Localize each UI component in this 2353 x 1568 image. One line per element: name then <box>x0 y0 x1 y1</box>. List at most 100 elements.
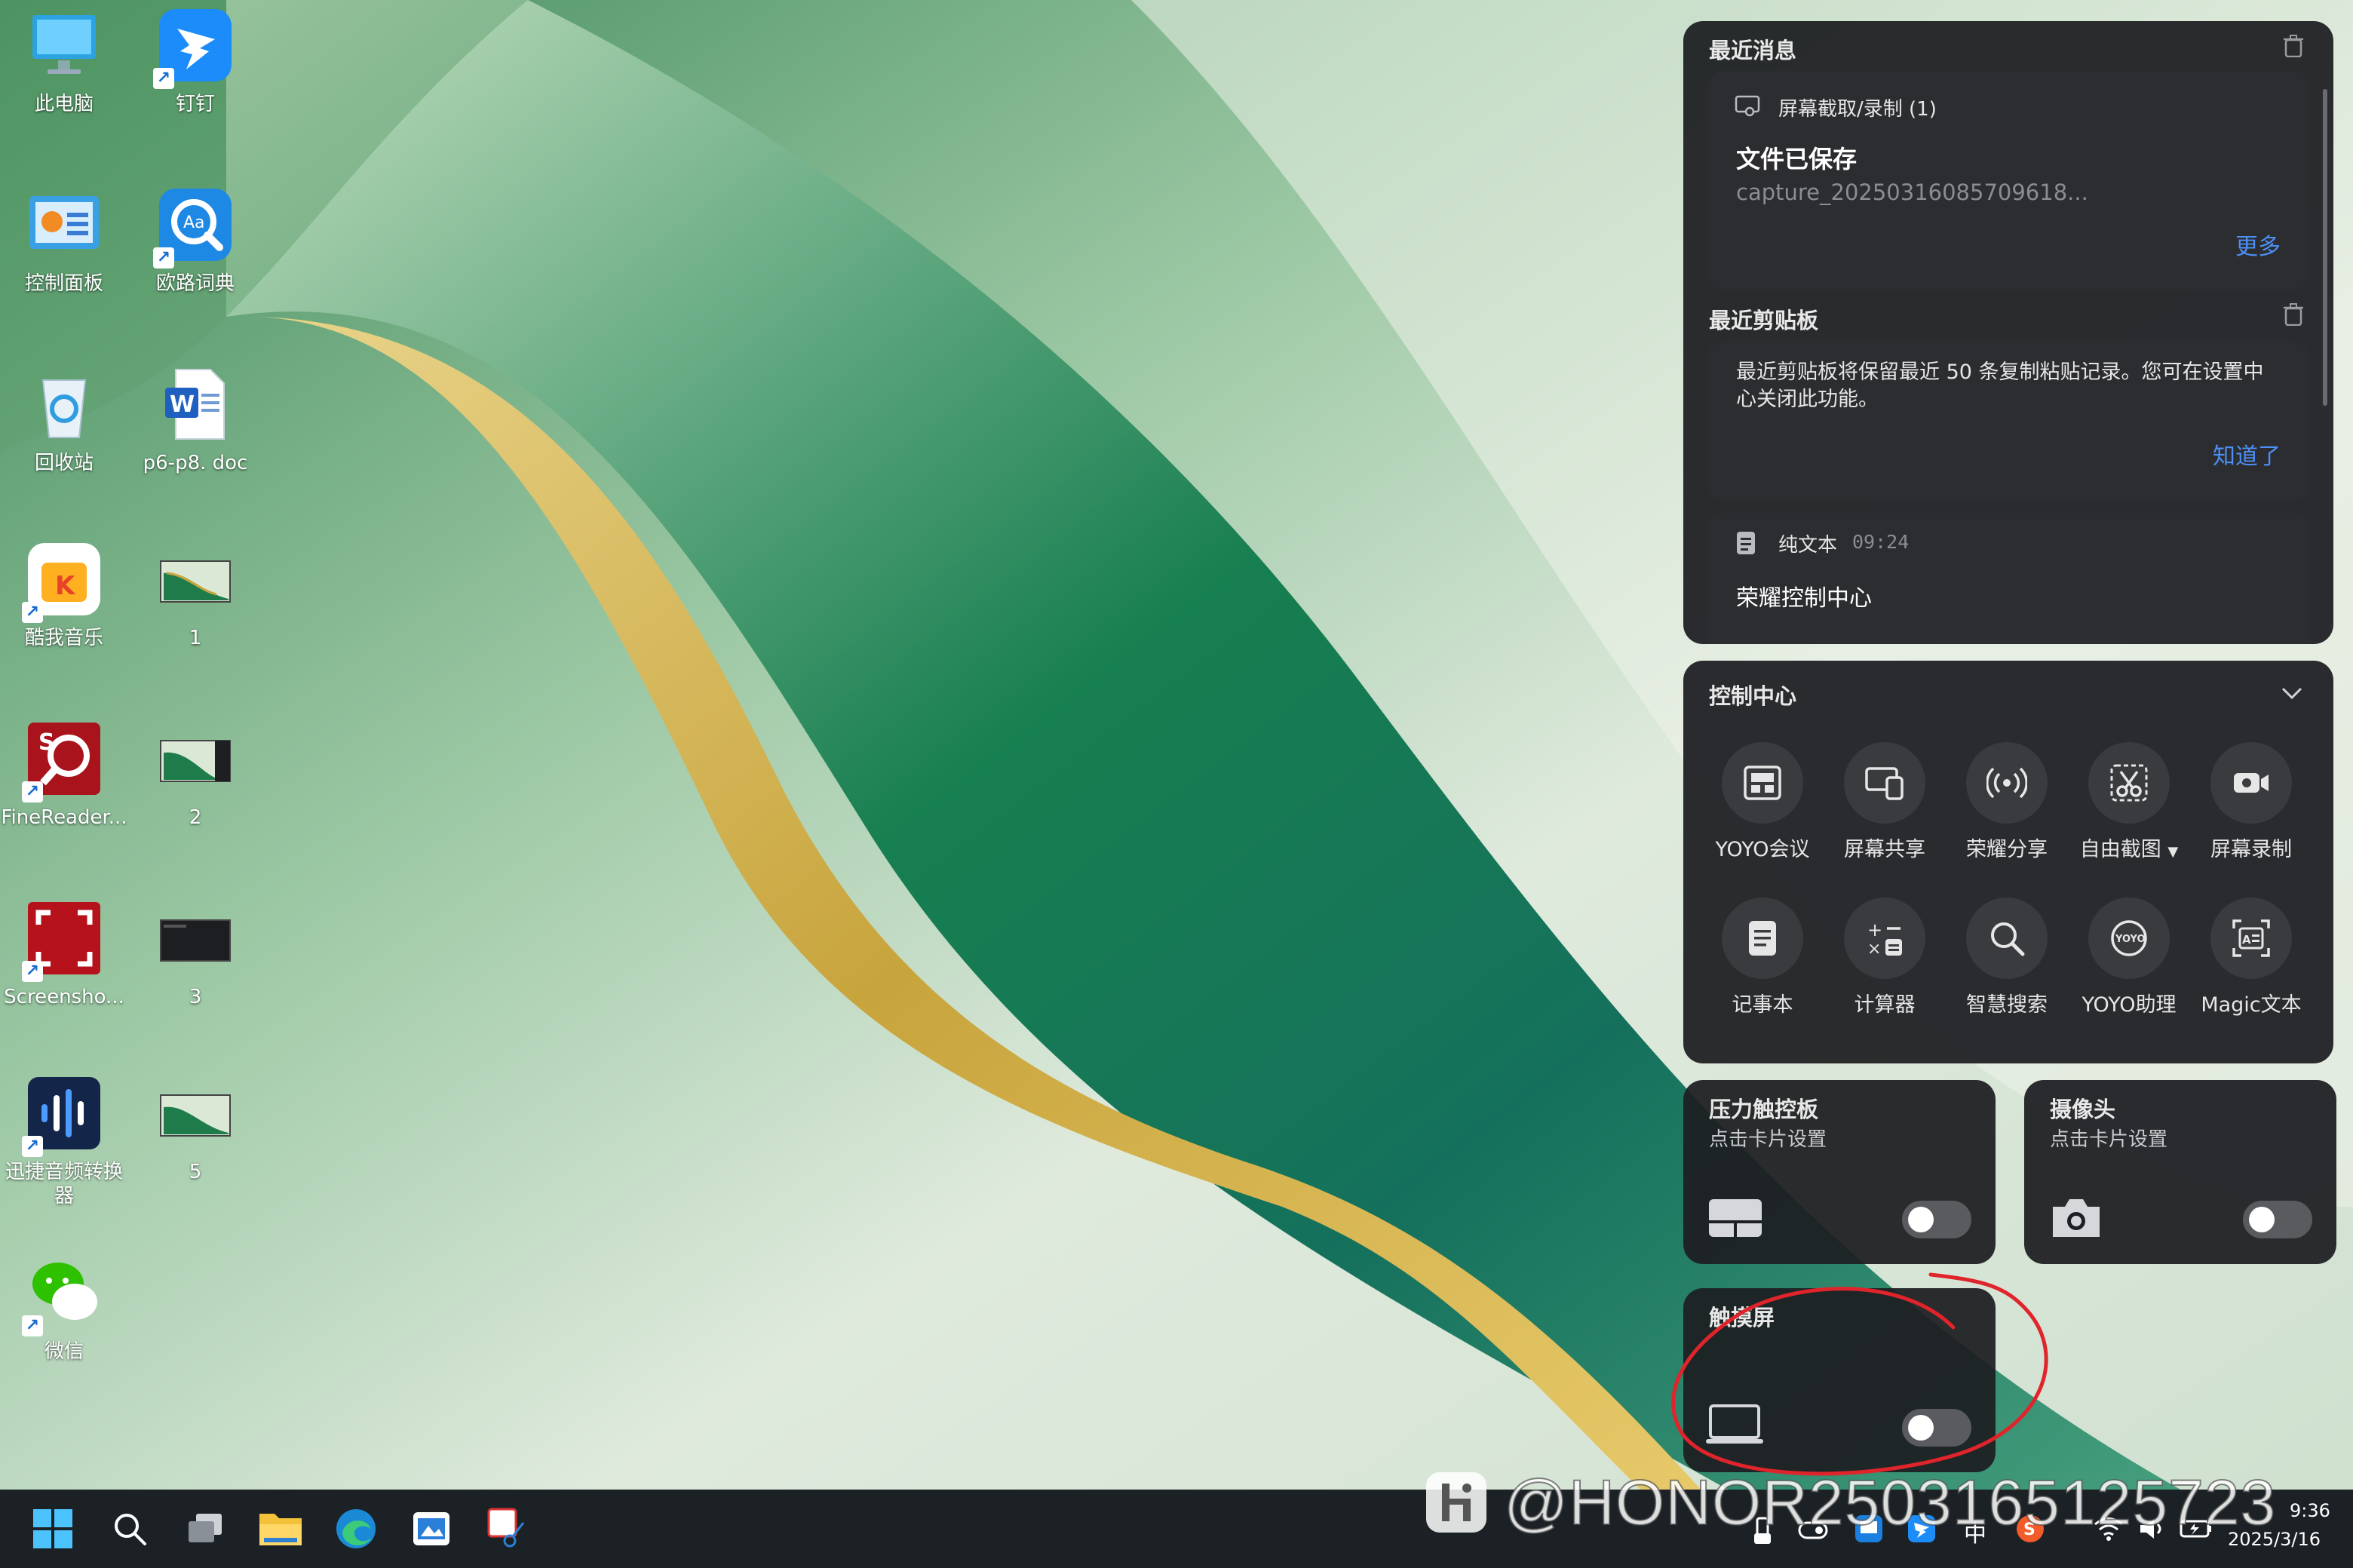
clock-time[interactable]: 9:36 <box>2290 1500 2330 1521</box>
desktop-icon-label: FineReader... <box>1 806 127 829</box>
desktop-icon-dingtalk[interactable]: ↗ 钉钉 <box>131 6 259 116</box>
desktop-icon-label: 微信 <box>44 1340 84 1363</box>
notification-card[interactable]: 屏幕截取/录制 (1) 文件已保存 capture_20250316085709… <box>1707 71 2309 290</box>
edge-browser-button[interactable] <box>327 1500 385 1557</box>
tile-yoyo-assistant[interactable]: YOYO YOYO助理 <box>2072 898 2186 1017</box>
tile-label: YOYO助理 <box>2082 993 2177 1017</box>
desktop-icon-eudic[interactable]: Aa ↗ 欧路词典 <box>131 186 259 296</box>
wechat-icon: ↗ <box>22 1253 103 1336</box>
svg-text:A: A <box>2242 933 2251 947</box>
screenshot-app-button[interactable] <box>478 1500 535 1557</box>
tile-label: Magic文本 <box>2201 993 2302 1017</box>
notepad-icon <box>1749 921 1776 956</box>
desktop-icon-label: 欧路词典 <box>155 272 235 295</box>
calculator-icon: +× <box>1867 919 1902 959</box>
panel-scrollbar[interactable] <box>2323 89 2327 406</box>
clipboard-info-card: 最近剪贴板将保留最近 50 条复制粘贴记录。您可在设置中心关闭此功能。 知道了 <box>1707 341 2309 501</box>
shortcut-arrow-icon: ↗ <box>22 781 43 802</box>
trash-icon[interactable] <box>2284 35 2303 57</box>
edge-icon <box>336 1509 376 1548</box>
magic-text-icon: A <box>2232 919 2270 957</box>
scissors-icon <box>2110 764 2148 802</box>
yoyo-assistant-icon: YOYO <box>2111 920 2147 956</box>
tile-yoyo-meeting[interactable]: YOYO会议 <box>1706 742 1819 862</box>
desktop-icon-kuwo[interactable]: K ↗ 酷我音乐 <box>0 540 128 650</box>
finereader-icon: S ↗ <box>22 720 103 802</box>
desktop-icon-wechat[interactable]: ↗ 微信 <box>0 1253 128 1364</box>
task-view-button[interactable] <box>176 1500 234 1557</box>
watermark-text: @HONOR250316512572​3 <box>1503 1466 2277 1539</box>
shortcut-arrow-icon: ↗ <box>153 247 174 268</box>
tile-label: 计算器 <box>1854 993 1916 1017</box>
tile-screen-share[interactable]: 屏幕共享 <box>1828 742 1941 862</box>
touchpad-card[interactable]: 压力触控板 点击卡片设置 <box>1683 1080 1996 1264</box>
desktop-icon-recycle-bin[interactable]: 回收站 <box>0 365 128 475</box>
clipboard-entry[interactable]: 纯文本 09:24 荣耀控制中心 <box>1707 513 2309 644</box>
acknowledge-button[interactable]: 知道了 <box>2213 437 2281 471</box>
camera-title: 摄像头 <box>2050 1098 2116 1122</box>
windows-logo-icon <box>33 1509 72 1548</box>
desktop-icon-image-5[interactable]: 5 <box>131 1074 259 1184</box>
desktop-icon-audio-converter[interactable]: ↗ 迅捷音频转换器 <box>0 1074 128 1208</box>
camera-card[interactable]: 摄像头 点击卡片设置 <box>2024 1080 2336 1264</box>
touchpad-toggle[interactable] <box>1902 1201 1971 1238</box>
clipboard-entry-type: 纯文本 <box>1778 534 1838 557</box>
desktop-icon-screenshot-tool[interactable]: ↗ Screensho... <box>0 899 128 1009</box>
clipboard-info-text: 最近剪贴板将保留最近 50 条复制粘贴记录。您可在设置中心关闭此功能。 <box>1736 361 2264 411</box>
clipboard-entry-time: 09:24 <box>1852 531 1910 553</box>
tile-magic-text[interactable]: A Magic文本 <box>2195 898 2308 1017</box>
tile-calculator[interactable]: + × 计算器 <box>1828 898 1941 1017</box>
tile-screen-record[interactable]: 屏幕录制 <box>2195 742 2308 862</box>
notification-filename: capture_2025031608570961​8... <box>1736 180 2088 205</box>
more-button[interactable]: 更多 <box>2235 228 2281 261</box>
recycle-bin-icon <box>25 365 103 443</box>
desktop-icon-control-panel[interactable]: 控制面板 <box>0 186 128 296</box>
image-thumbnail-icon <box>156 540 235 618</box>
taskbar-search-button[interactable] <box>101 1500 158 1557</box>
tile-smart-search[interactable]: 智慧搜索 <box>1950 898 2063 1017</box>
desktop-icon-this-pc[interactable]: 此电脑 <box>0 6 128 116</box>
tile-honor-share[interactable]: 荣耀分享 <box>1950 742 2063 862</box>
desktop-icon-word-doc[interactable]: W p6-p8. doc <box>131 365 259 475</box>
trash-icon[interactable] <box>2284 303 2303 326</box>
tile-label: YOYO会议 <box>1715 838 1810 861</box>
taskbar-app-button[interactable] <box>403 1500 460 1557</box>
touchpad-icon <box>1709 1199 1762 1237</box>
tile-label: 智慧搜索 <box>1966 993 2048 1017</box>
desktop-icon-finereader[interactable]: S ↗ FineReader... <box>0 720 128 830</box>
desktop-icon-image-3[interactable]: 3 <box>131 899 259 1009</box>
red-annotation-circle <box>1671 1272 2048 1476</box>
honor-logo-icon <box>1426 1472 1486 1533</box>
image-thumbnail-icon <box>156 720 235 798</box>
file-explorer-button[interactable] <box>252 1500 309 1557</box>
audio-converter-icon: ↗ <box>22 1074 103 1157</box>
shortcut-arrow-icon: ↗ <box>22 1315 43 1336</box>
clipboard-entry-text: 荣耀控制中心 <box>1736 585 1872 612</box>
start-button[interactable] <box>24 1500 81 1557</box>
svg-text:K: K <box>55 571 76 601</box>
svg-text:S: S <box>38 729 55 756</box>
shortcut-arrow-icon: ↗ <box>153 68 174 89</box>
screen-share-icon <box>1865 767 1904 800</box>
tile-free-screenshot[interactable]: 自由截图 ▼ <box>2072 742 2186 862</box>
touchpad-subtitle: 点击卡片设置 <box>1709 1128 1827 1151</box>
desktop-icon-label: 控制面板 <box>24 272 103 295</box>
desktop-icon-label: 此电脑 <box>34 93 94 115</box>
tile-notepad[interactable]: 记事本 <box>1706 898 1819 1017</box>
camera-toggle[interactable] <box>2243 1201 2312 1238</box>
svg-text:+: + <box>1867 919 1882 940</box>
desktop-icon-image-2[interactable]: 2 <box>131 720 259 830</box>
screen-record-icon <box>2234 773 2269 793</box>
task-view-icon <box>189 1514 222 1542</box>
word-doc-icon: W <box>156 365 235 443</box>
shortcut-arrow-icon: ↗ <box>22 961 43 982</box>
chevron-down-icon[interactable] <box>2281 686 2303 700</box>
desktop-icon-label: 3 <box>189 986 202 1008</box>
image-thumbnail-icon <box>156 899 235 977</box>
desktop-icon-label: 5 <box>189 1161 202 1183</box>
svg-text:W: W <box>170 391 195 418</box>
desktop-icon-image-1[interactable]: 1 <box>131 540 259 650</box>
dropdown-caret-icon[interactable]: ▼ <box>2167 844 2178 860</box>
desktop-icon-label: 迅捷音频转换器 <box>5 1161 123 1207</box>
search-icon <box>1991 922 2025 956</box>
